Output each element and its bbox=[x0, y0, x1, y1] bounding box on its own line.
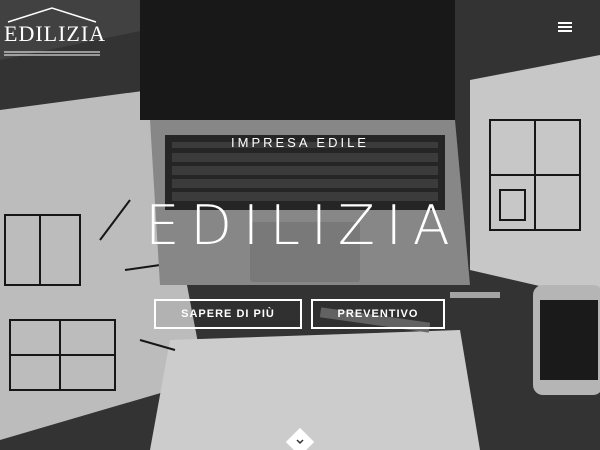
hero-section: EDILIZIA IMPRESA EDILE EDILIZIA SAPERE D… bbox=[0, 0, 600, 450]
brand-logo[interactable]: EDILIZIA bbox=[2, 4, 107, 58]
hero-title: EDILIZIA bbox=[145, 194, 461, 257]
learn-more-button[interactable]: SAPERE DI PIÙ bbox=[154, 299, 302, 329]
quote-button[interactable]: PREVENTIVO bbox=[311, 299, 445, 329]
chevron-down-icon bbox=[296, 439, 304, 445]
brand-name: EDILIZIA bbox=[4, 21, 107, 46]
hamburger-menu-icon[interactable] bbox=[556, 20, 576, 38]
hero-kicker: IMPRESA EDILE bbox=[231, 135, 369, 150]
